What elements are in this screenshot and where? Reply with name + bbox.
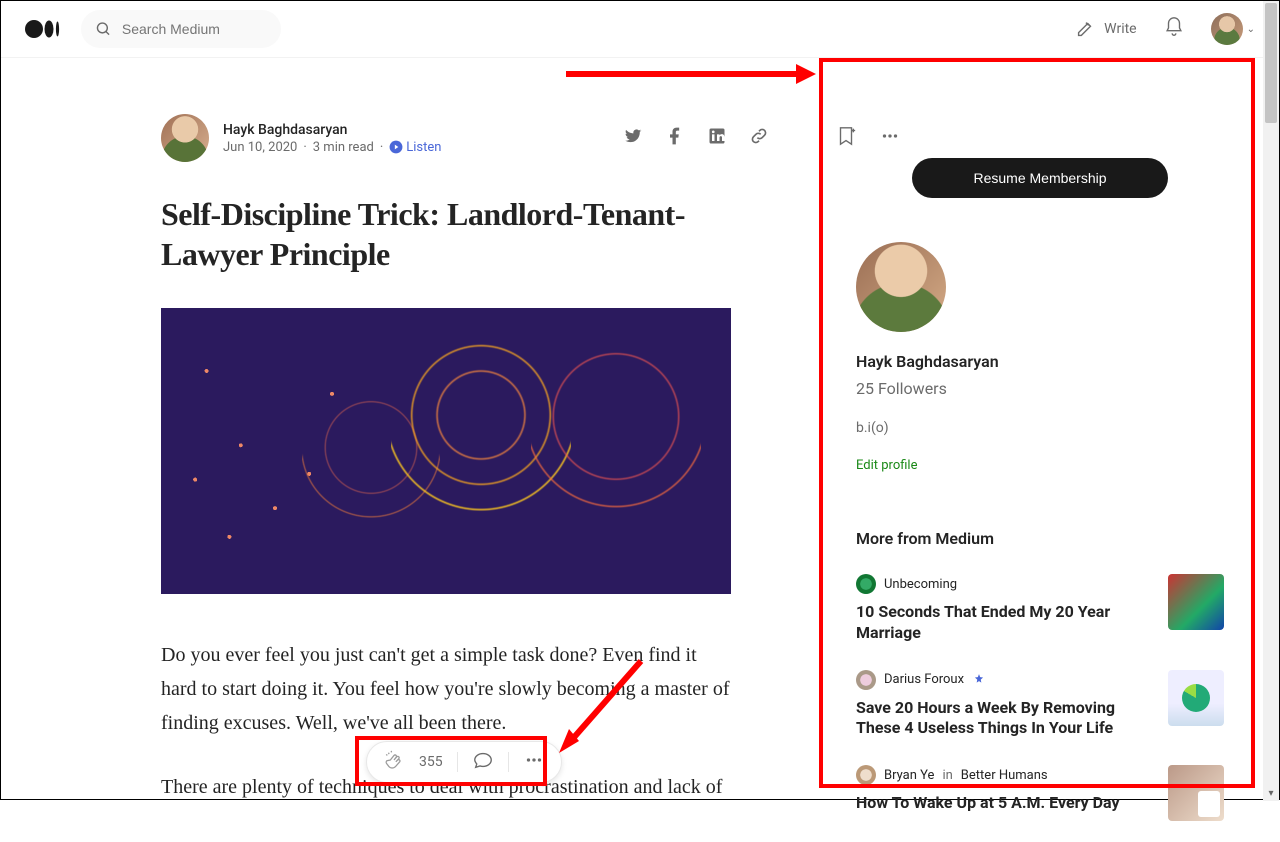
profile-bio: b.i(o) xyxy=(856,420,1224,436)
search-input[interactable] xyxy=(122,21,267,37)
comment-icon xyxy=(472,749,494,771)
rec-author-name: Darius Foroux xyxy=(884,672,964,687)
write-label: Write xyxy=(1104,21,1136,37)
profile-menu[interactable]: ⌄ xyxy=(1211,13,1255,45)
rec-title: Save 20 Hours a Week By Removing These 4… xyxy=(856,698,1154,740)
rec-author-avatar xyxy=(856,765,876,785)
search-field[interactable] xyxy=(81,10,281,48)
in-label: in xyxy=(942,768,952,783)
medium-logo[interactable] xyxy=(25,17,65,41)
read-time: 3 min read xyxy=(313,140,374,155)
linkedin-icon xyxy=(707,126,727,146)
comment-button[interactable] xyxy=(472,749,494,775)
sidebar-profile-name[interactable]: Hayk Baghdasaryan xyxy=(856,352,1224,371)
article-title: Self-Discipline Trick: Landlord-Tenant-L… xyxy=(161,194,721,274)
divider xyxy=(457,752,458,772)
listen-button[interactable]: Listen xyxy=(389,140,441,155)
clap-icon xyxy=(383,749,405,771)
hero-image xyxy=(161,308,731,594)
notifications-button[interactable] xyxy=(1163,16,1185,42)
share-twitter[interactable] xyxy=(623,126,643,150)
recommendation-item[interactable]: Unbecoming 10 Seconds That Ended My 20 Y… xyxy=(856,574,1224,644)
share-facebook[interactable] xyxy=(665,126,685,150)
rec-title: 10 Seconds That Ended My 20 Year Marriag… xyxy=(856,602,1154,644)
floating-action-bar: 355 xyxy=(366,741,562,783)
bell-icon xyxy=(1163,16,1185,38)
medium-logo-icon xyxy=(25,17,65,41)
separator: · xyxy=(303,140,306,155)
search-icon xyxy=(95,19,112,39)
separator: · xyxy=(380,140,383,155)
avatar xyxy=(1211,13,1243,45)
write-button[interactable]: Write xyxy=(1074,18,1136,40)
member-badge-icon xyxy=(972,673,986,687)
rec-publication: Better Humans xyxy=(961,768,1048,783)
facebook-icon xyxy=(665,126,685,146)
recommendation-item[interactable]: Bryan Ye in Better Humans How To Wake Up… xyxy=(856,765,1224,821)
edit-profile-link[interactable]: Edit profile xyxy=(856,458,1224,473)
rec-title: How To Wake Up at 5 A.M. Every Day xyxy=(856,793,1154,814)
byline: Hayk Baghdasaryan Jun 10, 2020 · 3 min r… xyxy=(161,114,901,162)
share-link[interactable] xyxy=(749,126,769,150)
rec-author-avatar xyxy=(856,670,876,690)
write-icon xyxy=(1074,18,1096,40)
annotation-arrow xyxy=(566,61,816,87)
link-icon xyxy=(749,126,769,146)
article-column: Hayk Baghdasaryan Jun 10, 2020 · 3 min r… xyxy=(161,58,901,804)
author-avatar[interactable] xyxy=(161,114,209,162)
rec-author-avatar xyxy=(856,574,876,594)
resume-membership-button[interactable]: Resume Membership xyxy=(912,158,1168,198)
rec-thumbnail xyxy=(1168,765,1224,821)
chevron-down-icon: ⌄ xyxy=(1247,24,1255,35)
rec-author-name: Bryan Ye xyxy=(884,768,934,783)
topbar: Write ⌄ xyxy=(1,1,1279,58)
more-from-heading: More from Medium xyxy=(856,529,1224,548)
followers-count: 25 Followers xyxy=(856,379,1224,398)
recommendation-item[interactable]: Darius Foroux Save 20 Hours a Week By Re… xyxy=(856,670,1224,740)
clap-count: 355 xyxy=(419,754,443,770)
sidebar-avatar[interactable] xyxy=(856,242,946,332)
more-icon xyxy=(523,749,545,771)
rec-thumbnail xyxy=(1168,574,1224,630)
divider xyxy=(508,752,509,772)
twitter-icon xyxy=(623,126,643,146)
floatbar-more-button[interactable] xyxy=(523,749,545,775)
rec-author-name: Unbecoming xyxy=(884,577,957,592)
publish-date: Jun 10, 2020 xyxy=(223,140,297,155)
author-name[interactable]: Hayk Baghdasaryan xyxy=(223,122,441,138)
sidebar: Resume Membership Hayk Baghdasaryan 25 F… xyxy=(824,122,1256,842)
clap-button[interactable] xyxy=(383,749,405,775)
share-linkedin[interactable] xyxy=(707,126,727,150)
play-icon xyxy=(389,140,403,154)
annotation-arrow xyxy=(551,651,651,761)
rec-thumbnail xyxy=(1168,670,1224,726)
